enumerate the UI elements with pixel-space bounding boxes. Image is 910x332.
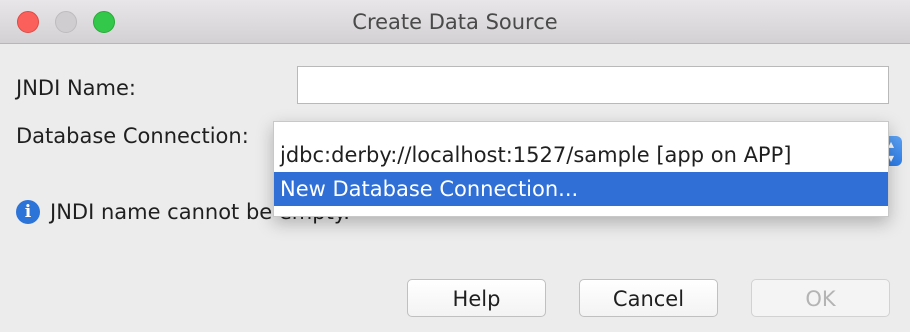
- dropdown-option-new-connection[interactable]: New Database Connection...: [274, 172, 888, 206]
- database-connection-dropdown-list[interactable]: jdbc:derby://localhost:1527/sample [app …: [273, 121, 889, 217]
- dropdown-option-derby-sample[interactable]: jdbc:derby://localhost:1527/sample [app …: [274, 138, 888, 172]
- jndi-name-label: JNDI Name:: [16, 76, 136, 100]
- window-title: Create Data Source: [352, 10, 558, 34]
- title-bar[interactable]: Create Data Source: [0, 0, 910, 44]
- create-data-source-dialog: Create Data Source JNDI Name: Database C…: [0, 0, 910, 332]
- cancel-button[interactable]: Cancel: [579, 279, 718, 317]
- help-button[interactable]: Help: [407, 279, 546, 317]
- jndi-name-input[interactable]: [297, 66, 889, 104]
- database-connection-label: Database Connection:: [16, 124, 249, 148]
- info-icon: i: [16, 200, 40, 224]
- ok-button[interactable]: OK: [751, 279, 890, 317]
